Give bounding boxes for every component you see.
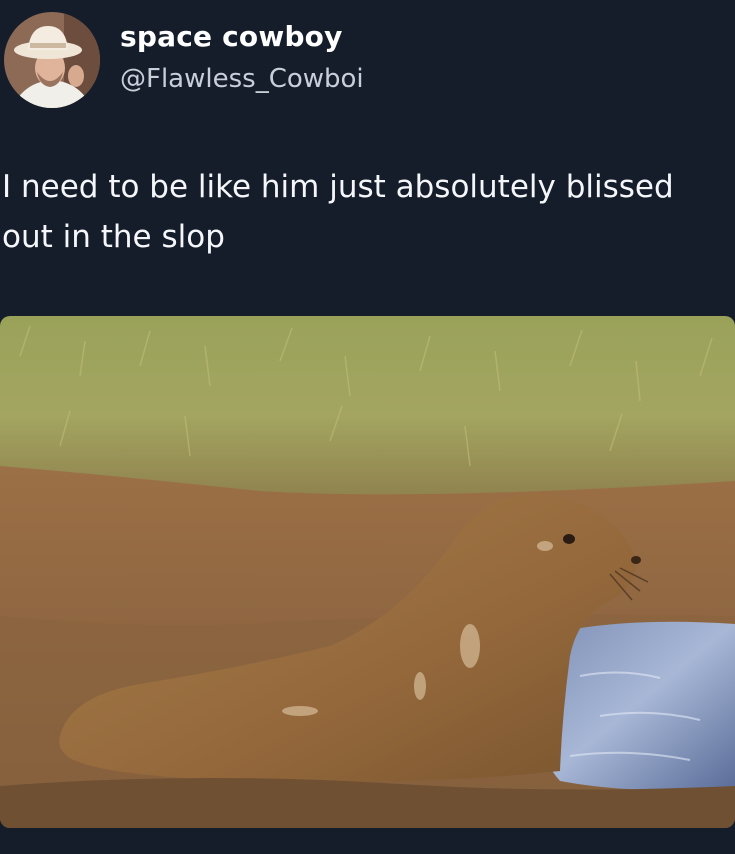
post-footer-spacer — [0, 828, 735, 854]
post-text-line: out in the slop — [2, 219, 225, 255]
post-media-image[interactable] — [0, 316, 735, 828]
post-card: space cowboy @Flawless_Cowboi I need to … — [0, 0, 735, 854]
post-text: I need to be like him just absolutely bl… — [2, 162, 730, 262]
author-handle[interactable]: @Flawless_Cowboi — [120, 64, 364, 94]
author-display-name[interactable]: space cowboy — [120, 20, 343, 53]
author-avatar[interactable] — [4, 12, 100, 108]
seal-photo-icon — [0, 316, 735, 828]
avatar-photo-icon — [4, 12, 100, 108]
post-text-line: I need to be like him just absolutely bl… — [2, 169, 674, 205]
